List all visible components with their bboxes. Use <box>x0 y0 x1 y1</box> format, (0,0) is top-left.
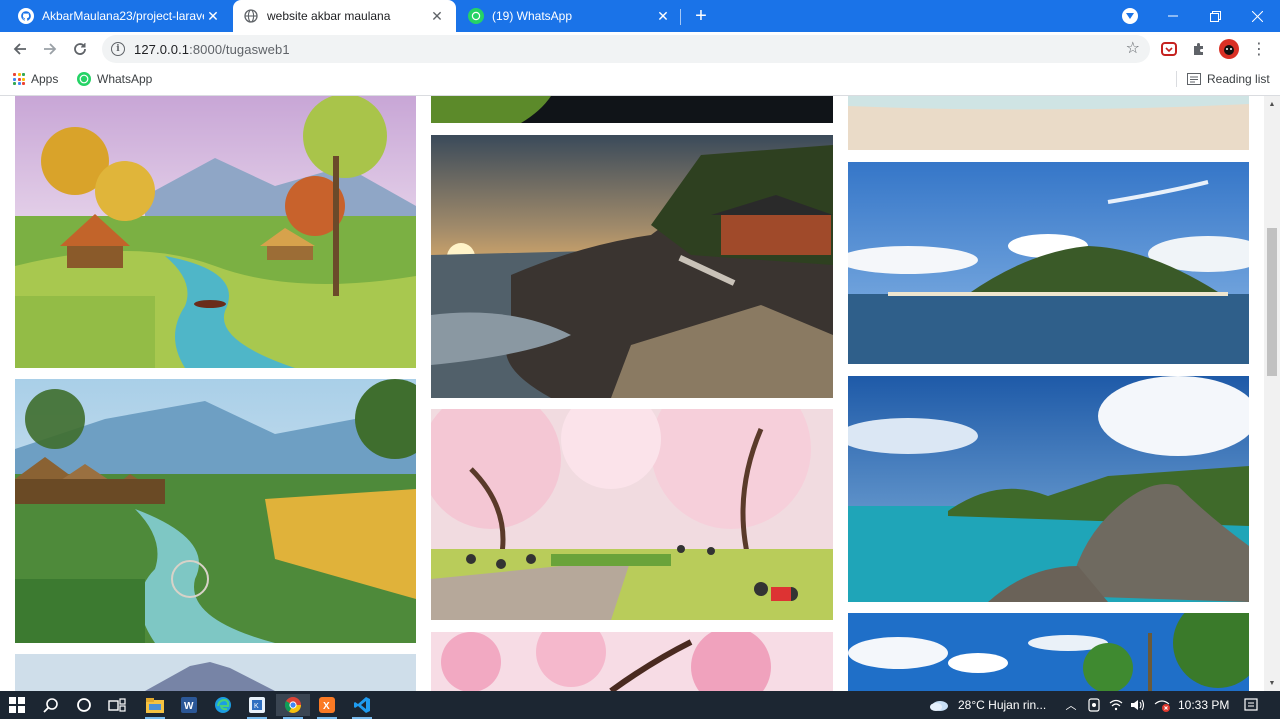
restore-icon[interactable] <box>1194 0 1236 32</box>
page-scrollbar[interactable]: ▲ ▼ <box>1264 96 1280 691</box>
url-path: :8000/tugasweb1 <box>189 41 290 57</box>
tab-title: (19) WhatsApp <box>492 9 573 23</box>
bookmark-star-icon[interactable]: ☆ <box>1126 40 1140 58</box>
search-icon[interactable] <box>34 694 68 716</box>
tab-separator <box>680 9 681 25</box>
tab-title: AkbarMaulana23/project-laravel <box>42 9 204 23</box>
tab-website[interactable]: website akbar maulana ✕ <box>233 0 456 32</box>
scroll-down-icon[interactable]: ▼ <box>1264 675 1280 691</box>
back-icon[interactable] <box>8 37 32 61</box>
coastal-temple-sunset[interactable] <box>431 135 833 398</box>
globe-icon <box>243 8 259 24</box>
bookmarks-bar: Apps WhatsApp Reading list <box>0 66 1280 91</box>
vscode-icon[interactable] <box>345 694 379 719</box>
task-view-icon[interactable] <box>100 694 134 716</box>
minimize-icon[interactable] <box>1152 0 1194 32</box>
profile-avatar[interactable] <box>1219 39 1239 59</box>
bookmark-label: Apps <box>31 72 59 86</box>
cherry-blossom-branches[interactable] <box>431 632 833 691</box>
file-explorer-icon[interactable] <box>138 694 172 719</box>
close-icon[interactable]: ✕ <box>428 7 446 25</box>
close-window-icon[interactable] <box>1236 0 1278 32</box>
edge-icon[interactable] <box>206 694 240 716</box>
weather-cloud-icon[interactable] <box>922 694 956 716</box>
new-tab-button[interactable]: + <box>688 0 714 32</box>
painting-village-rice-field[interactable] <box>15 379 416 643</box>
reading-list-label: Reading list <box>1207 72 1270 86</box>
scroll-up-icon[interactable]: ▲ <box>1264 96 1280 112</box>
tab-search-icon[interactable] <box>1122 8 1138 24</box>
bookmark-whatsapp[interactable]: WhatsApp <box>77 70 152 88</box>
komodo-lagoon[interactable] <box>848 376 1249 602</box>
beach-sand-partial[interactable] <box>848 96 1249 150</box>
url-text[interactable]: 127.0.0.1:8000/tugasweb1 <box>134 42 290 57</box>
extensions-puzzle-icon[interactable] <box>1189 39 1209 59</box>
browser-toolbar: i 127.0.0.1:8000/tugasweb1 ☆ ⋮ <box>0 32 1280 66</box>
close-icon[interactable]: ✕ <box>654 7 672 25</box>
app-icon[interactable]: K <box>240 694 274 719</box>
xampp-icon[interactable]: X <box>310 694 344 719</box>
volume-icon[interactable] <box>1126 694 1150 716</box>
cortana-icon[interactable] <box>67 694 101 716</box>
word-icon[interactable]: W <box>172 694 206 716</box>
menu-kebab-icon[interactable]: ⋮ <box>1249 39 1269 59</box>
tab-title: website akbar maulana <box>267 9 391 23</box>
clock-time[interactable]: 10:33 PM <box>1178 698 1229 712</box>
address-bar[interactable]: i 127.0.0.1:8000/tugasweb1 ☆ <box>102 35 1150 63</box>
meet-now-icon[interactable] <box>1082 694 1106 716</box>
reload-icon[interactable] <box>68 37 92 61</box>
github-icon <box>18 8 34 24</box>
wifi-icon[interactable] <box>1104 694 1128 716</box>
painting-mountain-partial[interactable] <box>15 654 416 691</box>
scrollbar-thumb[interactable] <box>1267 228 1277 376</box>
close-icon[interactable]: ✕ <box>204 7 222 25</box>
whatsapp-icon <box>77 72 91 86</box>
pocket-extension-icon[interactable] <box>1159 39 1179 59</box>
bookmark-label: WhatsApp <box>97 72 153 86</box>
url-host: 127.0.0.1 <box>134 41 190 57</box>
notifications-icon[interactable] <box>1238 694 1264 716</box>
palm-beach-partial[interactable] <box>848 613 1249 691</box>
tab-github[interactable]: AkbarMaulana23/project-laravel ✕ <box>8 0 232 32</box>
weather-text[interactable]: 28°C Hujan rin... <box>958 698 1046 712</box>
svg-text:X: X <box>323 701 330 712</box>
apps-grid-icon <box>13 73 25 85</box>
network-error-icon[interactable] <box>1150 694 1174 716</box>
grass-partial-top[interactable] <box>431 96 833 123</box>
chrome-icon[interactable] <box>276 694 310 719</box>
whatsapp-icon <box>468 8 484 24</box>
start-icon[interactable] <box>0 694 34 716</box>
info-icon[interactable]: i <box>111 42 125 56</box>
svg-text:W: W <box>184 701 194 712</box>
tab-strip: AkbarMaulana23/project-laravel ✕ website… <box>0 0 1280 32</box>
svg-text:K: K <box>254 703 259 710</box>
cherry-blossom-park[interactable] <box>431 409 833 620</box>
reading-list-button[interactable]: Reading list <box>1187 70 1270 88</box>
tab-whatsapp[interactable]: (19) WhatsApp ✕ <box>458 0 682 32</box>
page-viewport <box>0 96 1264 691</box>
bookmark-apps[interactable]: Apps <box>13 70 58 88</box>
forward-icon[interactable] <box>38 37 62 61</box>
windows-taskbar: W K X 28°C Hujan rin... ︿ 10:33 PM <box>0 691 1280 719</box>
bookmarks-divider <box>1176 71 1177 87</box>
painting-village-river-top[interactable] <box>15 96 416 368</box>
tropical-island[interactable] <box>848 162 1249 364</box>
reading-list-icon <box>1187 73 1201 85</box>
